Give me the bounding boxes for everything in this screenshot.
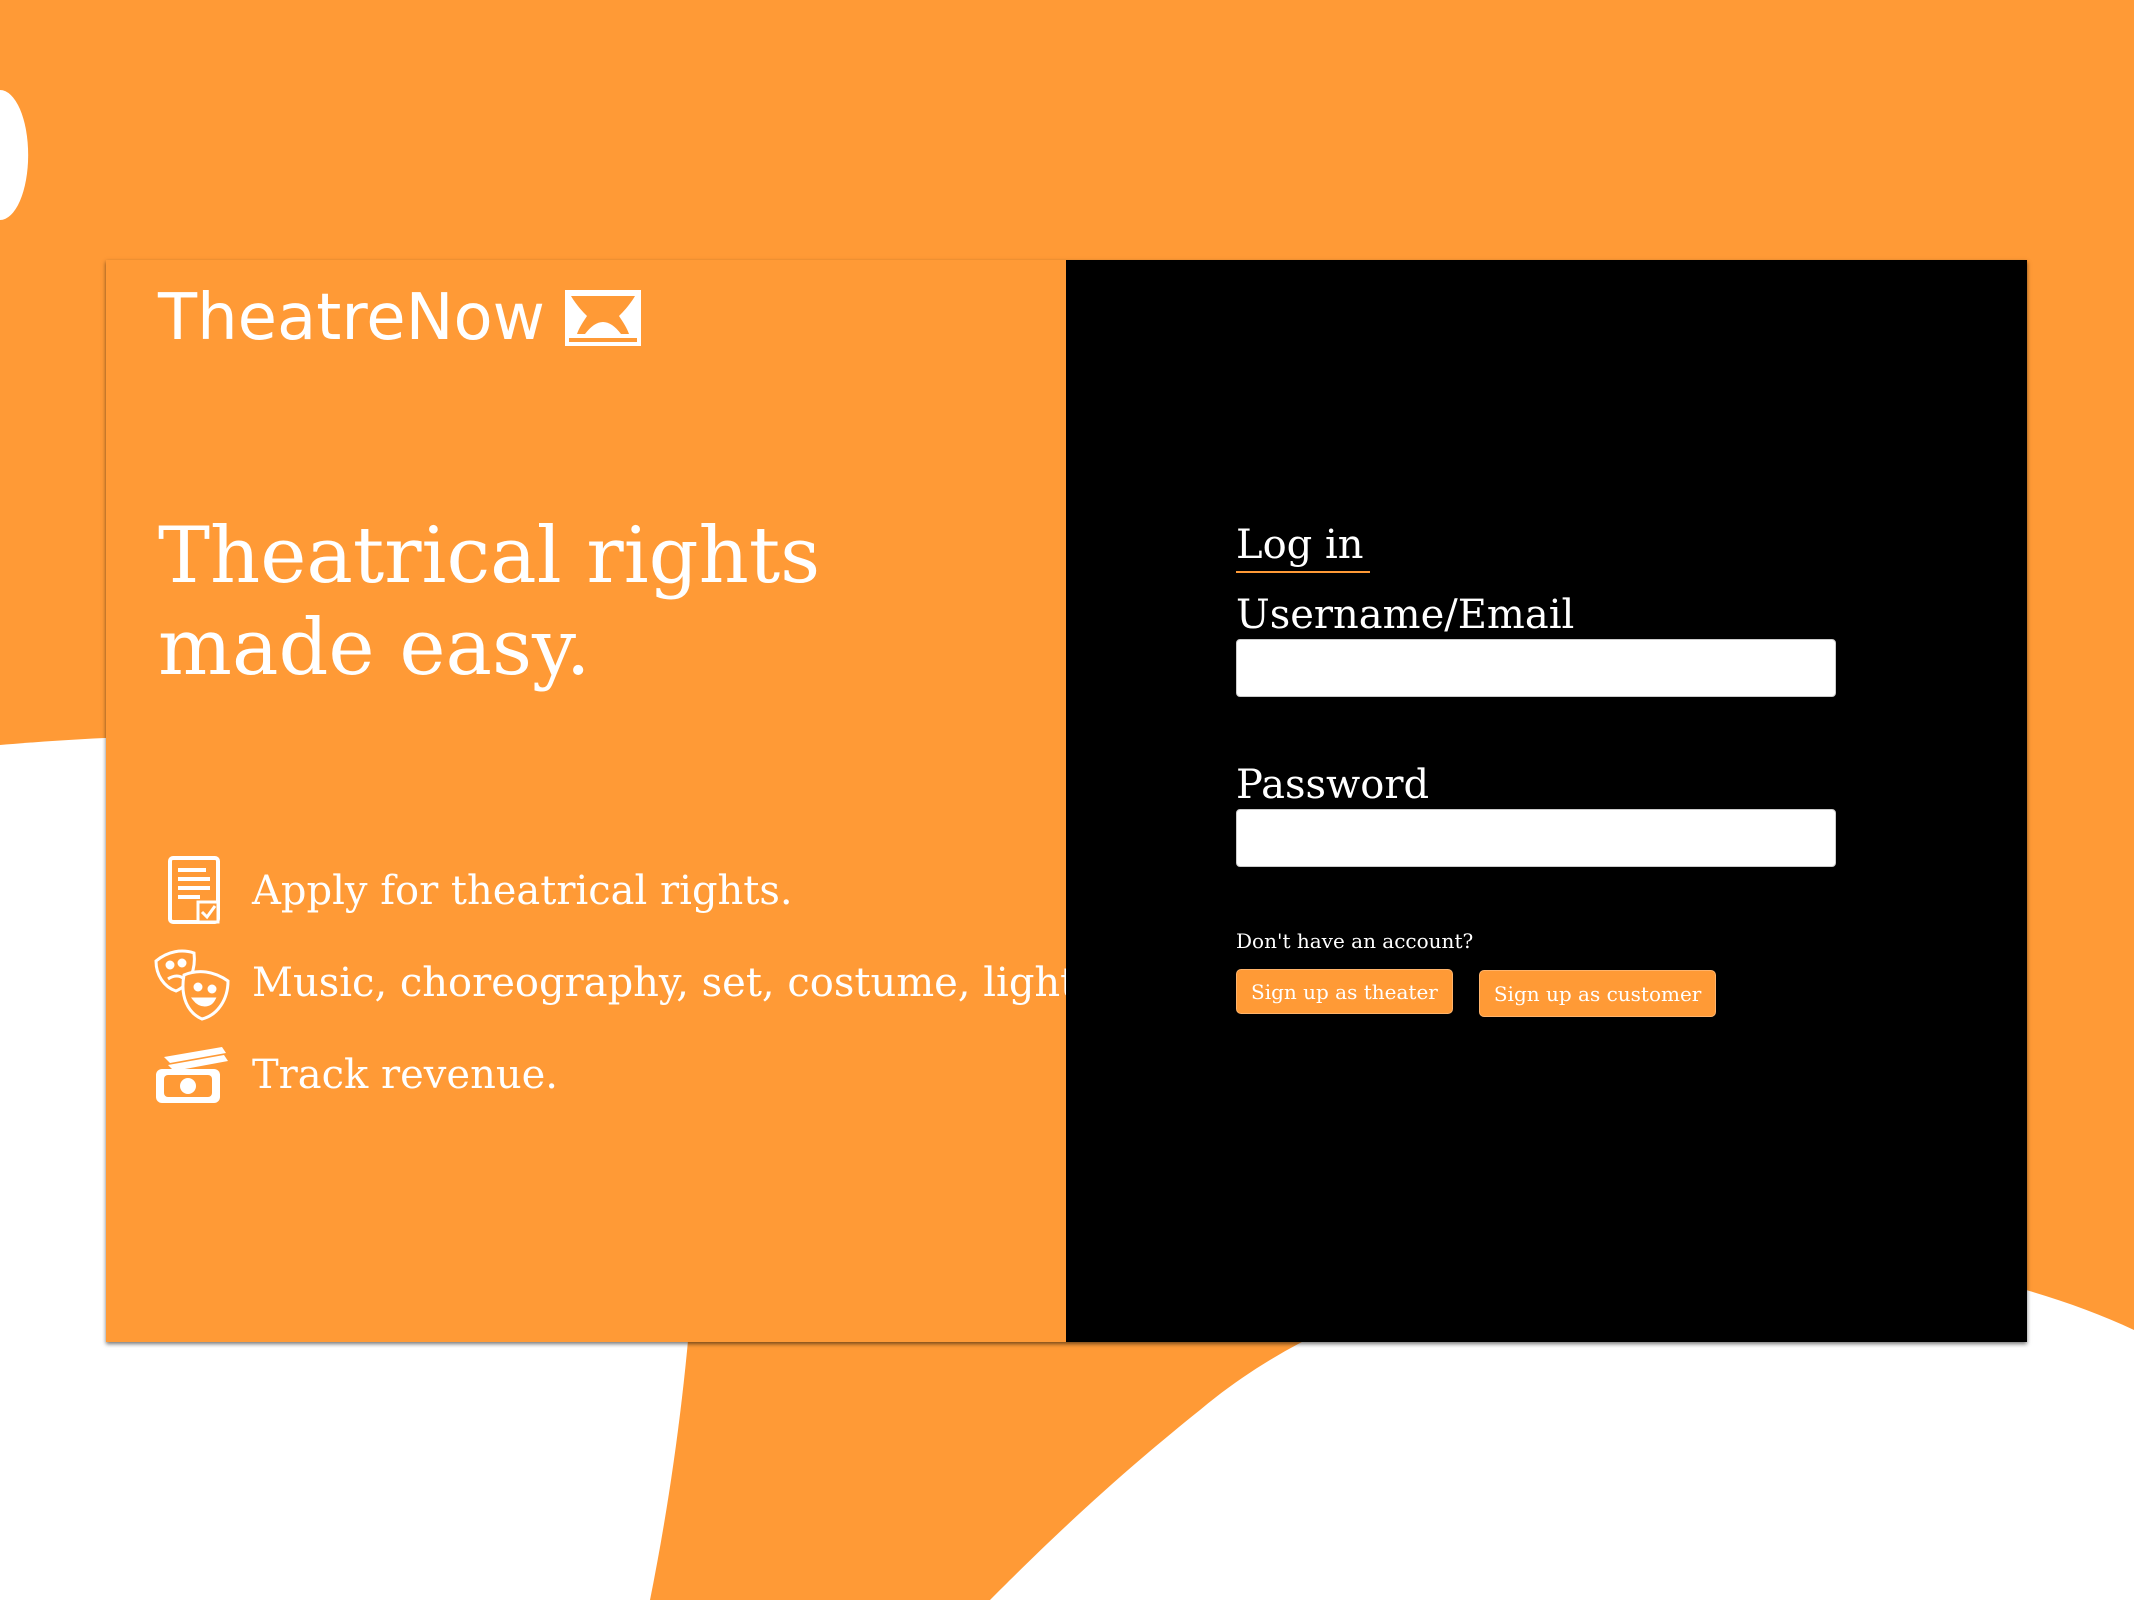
marketing-panel: TheatreNow Theatrical rights made easy. <box>106 260 1153 1342</box>
username-label: Username/Email <box>1236 592 1575 638</box>
login-panel: Log in Username/Email Password Don't hav… <box>1066 260 2027 1342</box>
theater-masks-icon <box>150 941 234 1025</box>
brand-name: TheatreNow <box>158 281 545 355</box>
password-label: Password <box>1236 762 1430 808</box>
password-input[interactable] <box>1236 809 1836 867</box>
feature-text: Track revenue. <box>252 1052 558 1098</box>
sign-up-theater-button[interactable]: Sign up as theater <box>1236 969 1453 1014</box>
headline-line-2: made easy. <box>158 603 591 693</box>
feature-item: Apply for theatrical rights. <box>150 845 1153 937</box>
login-title: Log in <box>1236 525 1370 573</box>
sign-up-customer-button[interactable]: Sign up as customer <box>1478 970 1717 1017</box>
brand: TheatreNow <box>158 286 643 350</box>
headline: Theatrical rights made easy. <box>158 510 958 694</box>
login-card: TheatreNow Theatrical rights made easy. <box>106 260 2027 1342</box>
feature-list: Apply for theatrical rights. Music, chor… <box>150 845 1153 1121</box>
login-form: Log in Username/Email Password Don't hav… <box>1236 525 1836 1017</box>
theater-curtain-icon <box>563 288 643 348</box>
feature-item: Track revenue. <box>150 1029 1153 1121</box>
username-input[interactable] <box>1236 639 1836 697</box>
feature-item: Music, choreography, set, costume, light… <box>150 937 1153 1029</box>
headline-line-1: Theatrical rights <box>158 511 821 601</box>
feature-text: Apply for theatrical rights. <box>252 868 793 914</box>
signup-buttons: Sign up as theater Sign up as customer <box>1236 969 1836 1017</box>
signup-prompt: Don't have an account? <box>1236 929 1474 953</box>
feature-text: Music, choreography, set, costume, light… <box>252 960 1154 1006</box>
cash-icon <box>150 1033 234 1117</box>
document-checklist-icon <box>150 849 234 933</box>
